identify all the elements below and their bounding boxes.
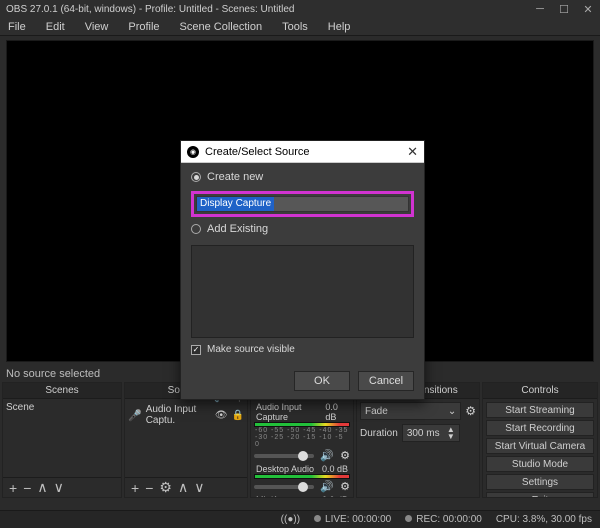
scene-add-icon[interactable]: +	[9, 480, 17, 496]
mic-icon: 🎤	[128, 409, 142, 422]
speaker-icon[interactable]: 🔊	[320, 449, 334, 462]
cancel-button[interactable]: Cancel	[358, 371, 414, 391]
maximize-icon[interactable]: ☐	[552, 3, 576, 16]
create-new-option[interactable]: Create new	[191, 171, 414, 183]
obs-logo-icon: ◉	[187, 146, 199, 158]
vu-meter	[254, 474, 350, 479]
eye-icon[interactable]: 👁	[215, 410, 228, 421]
dock-controls-title: Controls	[483, 383, 597, 399]
spinner-arrows-icon: ▲▼	[447, 426, 455, 440]
menu-help[interactable]: Help	[324, 19, 355, 35]
settings-button[interactable]: Settings	[486, 474, 594, 490]
statusbar: ((●)) LIVE: 00:00:00 REC: 00:00:00 CPU: …	[0, 510, 600, 528]
radio-icon	[191, 172, 201, 182]
dialog-close-icon[interactable]: ✕	[407, 144, 418, 160]
lock-icon[interactable]: 🔒	[232, 410, 244, 421]
window-title: OBS 27.0.1 (64-bit, windows) - Profile: …	[6, 4, 528, 15]
scene-remove-icon[interactable]: −	[23, 480, 31, 496]
dock-scenes-title: Scenes	[3, 383, 121, 399]
make-visible-label: Make source visible	[207, 344, 295, 355]
source-down-icon[interactable]: ∨	[194, 479, 204, 496]
mixer-channel: Audio Input Capture0.0 dB -60 -55 -50 -4…	[254, 402, 350, 462]
rec-dot-icon	[405, 515, 412, 522]
menu-profile[interactable]: Profile	[124, 19, 163, 35]
scene-up-icon[interactable]: ∧	[37, 479, 47, 496]
live-dot-icon	[314, 515, 321, 522]
gear-icon[interactable]: ⚙	[340, 449, 350, 462]
dialog-title: Create/Select Source	[205, 146, 310, 158]
checkbox-icon: ✓	[191, 345, 201, 355]
studio-mode-button[interactable]: Studio Mode	[486, 456, 594, 472]
status-rec: REC: 00:00:00	[416, 514, 482, 525]
minimize-icon[interactable]: ─	[528, 3, 552, 15]
source-item-label: Audio Input Captu.	[146, 404, 211, 426]
status-live: LIVE: 00:00:00	[325, 514, 391, 525]
close-icon[interactable]: ✕	[576, 3, 600, 16]
source-gear-icon[interactable]: ⚙	[159, 479, 172, 496]
highlight-annotation: Display Capture	[191, 191, 414, 217]
volume-slider[interactable]	[254, 485, 314, 489]
existing-sources-list[interactable]	[191, 245, 414, 338]
create-source-dialog: ◉ Create/Select Source ✕ Create new Disp…	[180, 140, 425, 400]
window-titlebar: OBS 27.0.1 (64-bit, windows) - Profile: …	[0, 0, 600, 18]
start-streaming-button[interactable]: Start Streaming	[486, 402, 594, 418]
add-existing-label: Add Existing	[207, 223, 268, 235]
chevron-down-icon: ⌄	[448, 406, 456, 417]
source-up-icon[interactable]: ∧	[178, 479, 188, 496]
dialog-titlebar: ◉ Create/Select Source ✕	[181, 141, 424, 163]
exit-button[interactable]: Exit	[486, 492, 594, 497]
start-recording-button[interactable]: Start Recording	[486, 420, 594, 436]
radio-icon	[191, 224, 201, 234]
speaker-icon[interactable]: 🔊	[320, 480, 334, 493]
menu-scene-collection[interactable]: Scene Collection	[176, 19, 267, 35]
dock-controls: Controls Start Streaming Start Recording…	[482, 382, 598, 498]
source-name-value: Display Capture	[197, 197, 274, 211]
menu-tools[interactable]: Tools	[278, 19, 312, 35]
make-visible-checkbox[interactable]: ✓ Make source visible	[191, 344, 414, 355]
menu-edit[interactable]: Edit	[42, 19, 69, 35]
menu-view[interactable]: View	[81, 19, 113, 35]
ok-button[interactable]: OK	[294, 371, 350, 391]
volume-slider[interactable]	[254, 454, 314, 458]
add-existing-option[interactable]: Add Existing	[191, 223, 414, 235]
menu-file[interactable]: File	[4, 19, 30, 35]
scene-item[interactable]: Scene	[6, 402, 118, 413]
source-add-icon[interactable]: +	[131, 480, 139, 496]
gear-icon[interactable]: ⚙	[340, 480, 350, 493]
duration-spinner[interactable]: 300 ms ▲▼	[402, 424, 460, 442]
source-name-input[interactable]: Display Capture	[196, 196, 409, 212]
menubar: File Edit View Profile Scene Collection …	[0, 18, 600, 36]
status-cpu: CPU: 3.8%, 30.00 fps	[496, 514, 592, 525]
source-remove-icon[interactable]: −	[145, 480, 153, 496]
scene-down-icon[interactable]: ∨	[54, 479, 64, 496]
start-virtual-camera-button[interactable]: Start Virtual Camera	[486, 438, 594, 454]
duration-label: Duration	[360, 428, 398, 439]
transition-select[interactable]: Fade ⌄	[360, 402, 461, 420]
network-icon: ((●))	[281, 514, 300, 525]
mixer-channel: Desktop Audio0.0 dB 🔊 ⚙	[254, 464, 350, 493]
create-new-label: Create new	[207, 171, 263, 183]
mixer-channel: Mic/Aux0.0 dB	[254, 495, 350, 497]
source-item[interactable]: 🎤 Audio Input Captu. 👁 🔒	[128, 402, 244, 428]
transition-gear-icon[interactable]: ⚙	[465, 404, 476, 418]
dock-scenes: Scenes Scene + − ∧ ∨	[2, 382, 122, 498]
